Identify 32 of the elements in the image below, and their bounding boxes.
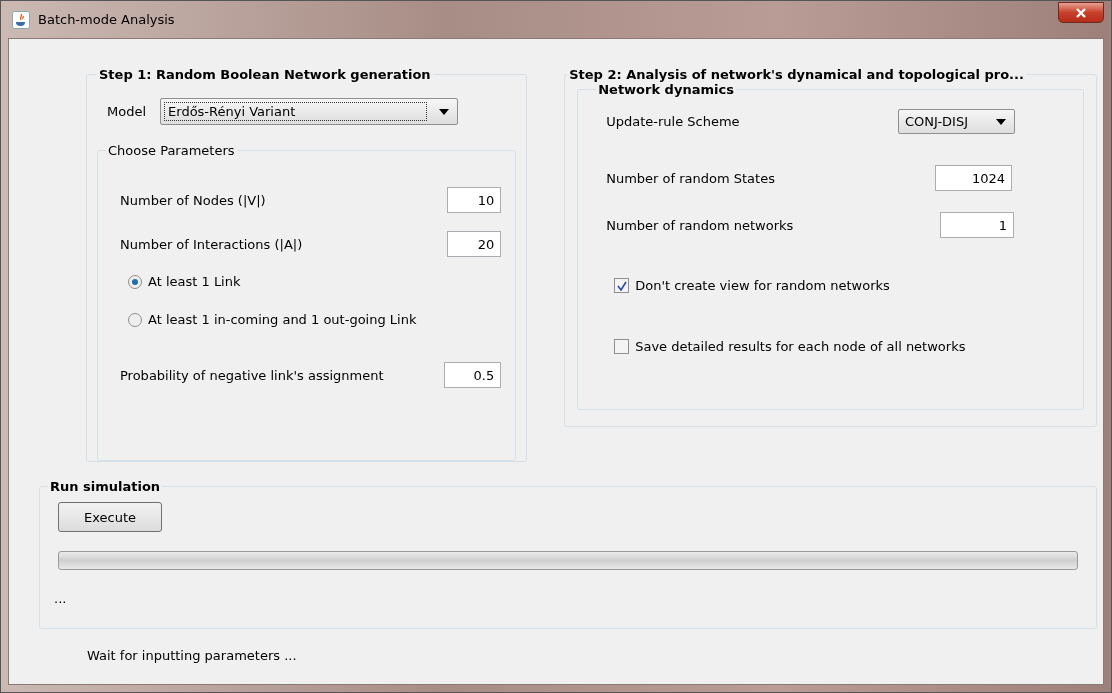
status-text: Wait for inputting parameters ... [87, 648, 297, 663]
scheme-dropdown[interactable]: CONJ-DISJ [898, 109, 1015, 134]
number-field[interactable]: 1 [940, 212, 1014, 238]
field-label: Number of random States [606, 170, 775, 186]
model-dropdown[interactable]: Erdős-Rényi Variant [160, 98, 459, 125]
number-field[interactable]: 1024 [935, 165, 1012, 191]
field-label: Update-rule Scheme [606, 114, 740, 129]
field-label: Number of Interactions (|A|) [120, 236, 303, 252]
execute-button[interactable]: Execute [58, 502, 162, 532]
close-icon [1076, 7, 1086, 18]
number-field[interactable]: 20 [447, 231, 502, 257]
radio-option[interactable]: At least 1 Link [128, 274, 241, 289]
dropdown-caret-icon [439, 108, 450, 115]
checkbox-option[interactable]: Save detailed results for each node of all networks [614, 339, 966, 354]
close-button[interactable] [1058, 2, 1104, 23]
progress-message: ... [54, 591, 67, 606]
dropdown-caret-icon [996, 118, 1006, 125]
field-label: Number of random networks [606, 217, 794, 233]
model-label: Model [107, 104, 147, 119]
field-label: Number of Nodes (|V|) [120, 192, 266, 208]
panel-title: Step 2: Analysis of network's dynamical and topological pro... [568, 67, 1025, 82]
panel-title: Network dynamics [597, 82, 735, 97]
checkbox-option[interactable]: Don't create view for random networks [614, 278, 890, 293]
panel-title: Run simulation [49, 479, 162, 494]
panel-title: Choose Parameters [107, 143, 236, 158]
panel-title: Step 1: Random Boolean Network generation [98, 67, 432, 82]
window-title: Batch-mode Analysis [38, 12, 175, 27]
field-label: Probability of negative link's assignment [120, 367, 384, 383]
app-icon [12, 10, 30, 29]
number-field[interactable]: 0.5 [444, 362, 502, 388]
radio-option[interactable]: At least 1 in-coming and 1 out-going Link [128, 312, 417, 327]
number-field[interactable]: 10 [447, 187, 502, 213]
